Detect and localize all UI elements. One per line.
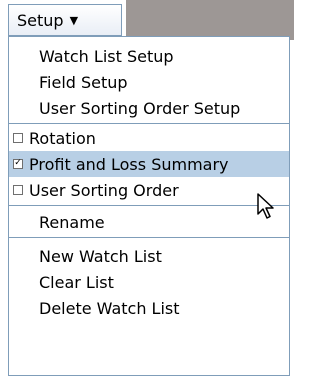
menu-item-label: Rotation [29, 128, 96, 148]
setup-menu-button[interactable]: Setup ▼ [8, 4, 122, 36]
menu-separator [9, 123, 289, 124]
menu-item-label: User Sorting Order Setup [39, 98, 241, 118]
menu-item-label: Delete Watch List [39, 298, 180, 318]
menu-item-label: User Sorting Order [29, 180, 179, 200]
app-root: Setup ▼ Watch List Setup Field Setup Use… [0, 0, 294, 376]
menu-item-delete-watch-list[interactable]: Delete Watch List [9, 295, 289, 321]
menu-separator [9, 205, 289, 206]
menu-bar-background [126, 0, 294, 40]
menu-bar: Setup ▼ [0, 0, 294, 40]
arrow-pointer-icon [257, 193, 274, 219]
menu-item-label: Watch List Setup [39, 46, 174, 66]
menu-item-clear-list[interactable]: Clear List [9, 269, 289, 295]
checkbox-icon[interactable] [13, 185, 23, 195]
menu-item-rotation[interactable]: Rotation [9, 125, 289, 151]
menu-item-label: Field Setup [39, 72, 128, 92]
menu-item-label: Rename [39, 212, 105, 232]
checkbox-icon[interactable] [13, 133, 23, 143]
menu-item-label: Profit and Loss Summary [29, 154, 229, 174]
menu-item-field-setup[interactable]: Field Setup [9, 69, 289, 95]
menu-item-profit-and-loss-summary[interactable]: Profit and Loss Summary [9, 151, 289, 177]
caret-down-icon: ▼ [69, 13, 79, 27]
menu-item-watch-list-setup[interactable]: Watch List Setup [9, 43, 289, 69]
checkbox-checked-icon[interactable] [13, 159, 23, 169]
menu-item-rename[interactable]: Rename [9, 209, 289, 235]
setup-dropdown-menu: Watch List Setup Field Setup User Sortin… [8, 36, 290, 376]
menu-item-label: Clear List [39, 272, 114, 292]
menu-item-user-sorting-order-setup[interactable]: User Sorting Order Setup [9, 95, 289, 121]
setup-menu-label: Setup [17, 10, 64, 30]
menu-item-user-sorting-order[interactable]: User Sorting Order [9, 177, 289, 203]
menu-item-new-watch-list[interactable]: New Watch List [9, 243, 289, 269]
menu-item-label: New Watch List [39, 246, 162, 266]
menu-separator [9, 237, 289, 238]
